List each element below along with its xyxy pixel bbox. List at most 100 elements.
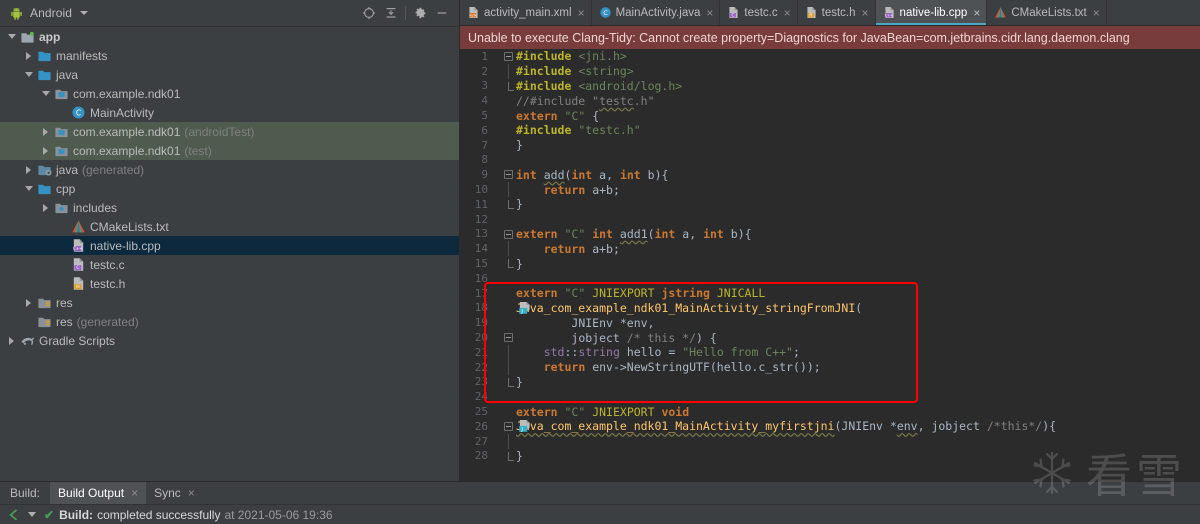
editor-gutter[interactable] bbox=[494, 167, 516, 182]
code-line: 24 bbox=[460, 389, 1200, 404]
editor-gutter[interactable] bbox=[494, 182, 516, 197]
editor-gutter[interactable] bbox=[494, 138, 516, 153]
editor-gutter[interactable] bbox=[494, 375, 516, 390]
editor-gutter[interactable] bbox=[494, 404, 516, 419]
chevron-right-icon[interactable] bbox=[6, 335, 17, 346]
editor-gutter[interactable] bbox=[494, 271, 516, 286]
tree-row-res[interactable]: res (generated) bbox=[0, 312, 459, 331]
chevron-down-icon[interactable] bbox=[23, 183, 34, 194]
minimize-icon[interactable] bbox=[431, 2, 453, 24]
close-icon[interactable]: × bbox=[784, 7, 791, 19]
editor-gutter[interactable] bbox=[494, 433, 516, 449]
tree-row-com-example-ndk01[interactable]: com.example.ndk01 (test) bbox=[0, 141, 459, 160]
jni-gutter-icon[interactable]: J bbox=[518, 301, 533, 315]
editor-gutter[interactable] bbox=[494, 330, 516, 345]
chevron-right-icon[interactable] bbox=[23, 164, 34, 175]
build-tab-sync[interactable]: Sync × bbox=[146, 482, 203, 504]
chevron-right-icon[interactable] bbox=[40, 202, 51, 213]
tree-row-com-example-ndk01[interactable]: com.example.ndk01 (androidTest) bbox=[0, 122, 459, 141]
line-number: 19 bbox=[474, 316, 488, 330]
tree-row-label: manifests bbox=[56, 48, 108, 63]
editor-gutter[interactable] bbox=[494, 359, 516, 375]
tree-row-res[interactable]: res bbox=[0, 293, 459, 312]
code-editor[interactable]: 1 #include <jni.h> 2 #include <string> 3 #inc… bbox=[460, 49, 1200, 481]
chevron-right-icon[interactable] bbox=[40, 126, 51, 137]
editor-gutter[interactable] bbox=[494, 212, 516, 227]
tree-row-manifests[interactable]: manifests bbox=[0, 46, 459, 65]
editor-gutter[interactable] bbox=[494, 389, 516, 404]
close-icon[interactable]: × bbox=[973, 7, 980, 19]
editor-gutter[interactable] bbox=[494, 241, 516, 257]
editor-tab-native-lib-cpp[interactable]: C++ native-lib.cpp × bbox=[875, 0, 988, 25]
build-tab-build-output[interactable]: Build Output × bbox=[50, 482, 147, 504]
editor-gutter[interactable] bbox=[494, 93, 516, 108]
chevron-down-icon[interactable] bbox=[80, 11, 89, 15]
tree-row-com-example-ndk01[interactable]: com.example.ndk01 bbox=[0, 84, 459, 103]
editor-gutter[interactable] bbox=[494, 49, 516, 64]
editor-gutter[interactable] bbox=[494, 153, 516, 168]
tree-row-native-lib-cpp[interactable]: C++ native-lib.cpp bbox=[0, 236, 459, 255]
editor-gutter[interactable] bbox=[494, 108, 516, 123]
editor-tab-testc-c[interactable]: Ctestc.c × bbox=[720, 0, 798, 25]
fold-collapse-icon[interactable] bbox=[504, 229, 513, 239]
close-icon[interactable]: × bbox=[706, 7, 713, 19]
line-number: 7 bbox=[481, 138, 488, 152]
tree-row-app[interactable]: app bbox=[0, 27, 459, 46]
fold-collapse-icon[interactable] bbox=[504, 333, 513, 343]
fold-collapse-icon[interactable] bbox=[504, 421, 513, 431]
editor-gutter[interactable] bbox=[494, 123, 516, 138]
fold-end-icon[interactable] bbox=[508, 81, 517, 91]
tree-row-cpp[interactable]: cpp bbox=[0, 179, 459, 198]
editor-gutter[interactable]: J bbox=[494, 419, 530, 434]
expand-toggle-icon[interactable] bbox=[28, 512, 36, 517]
tree-no-arrow bbox=[57, 278, 68, 289]
editor-gutter[interactable] bbox=[494, 197, 516, 212]
editor-gutter[interactable] bbox=[494, 315, 516, 330]
editor-tab-cmakelists-txt[interactable]: CMakeLists.txt × bbox=[987, 0, 1107, 25]
project-tree[interactable]: app manifests java com.example.ndk01 C MainAc… bbox=[0, 27, 459, 481]
chevron-down-icon[interactable] bbox=[40, 88, 51, 99]
collapse-all-icon[interactable] bbox=[380, 2, 402, 24]
editor-gutter[interactable] bbox=[494, 79, 516, 94]
chevron-down-icon[interactable] bbox=[23, 69, 34, 80]
tree-row-label: CMakeLists.txt bbox=[90, 219, 169, 234]
close-icon[interactable]: × bbox=[131, 486, 138, 500]
tree-row-mainactivity[interactable]: C MainActivity bbox=[0, 103, 459, 122]
editor-tab-activity-main-xml[interactable]: </> activity_main.xml × bbox=[460, 0, 592, 25]
editor-gutter[interactable] bbox=[494, 449, 516, 464]
editor-gutter[interactable] bbox=[494, 286, 516, 301]
close-icon[interactable]: × bbox=[1093, 7, 1100, 19]
editor-tab-testc-h[interactable]: Htestc.h × bbox=[798, 0, 876, 25]
editor-gutter[interactable] bbox=[494, 344, 516, 360]
tree-row-testc-c[interactable]: Ctestc.c bbox=[0, 255, 459, 274]
fold-end-icon[interactable] bbox=[508, 199, 517, 209]
close-icon[interactable]: × bbox=[578, 7, 585, 19]
chevron-right-icon[interactable] bbox=[23, 50, 34, 61]
gear-icon[interactable] bbox=[409, 2, 431, 24]
tree-row-includes[interactable]: includes bbox=[0, 198, 459, 217]
chevron-right-icon[interactable] bbox=[40, 145, 51, 156]
fold-end-icon[interactable] bbox=[508, 451, 517, 461]
editor-tab-mainactivity-java[interactable]: C MainActivity.java × bbox=[592, 0, 721, 25]
fold-end-icon[interactable] bbox=[508, 377, 517, 387]
editor-gutter[interactable]: J bbox=[494, 301, 530, 316]
editor-gutter[interactable] bbox=[494, 63, 516, 79]
close-icon[interactable]: × bbox=[188, 486, 195, 500]
editor-gutter[interactable] bbox=[494, 227, 516, 242]
tree-row-testc-h[interactable]: Htestc.h bbox=[0, 274, 459, 293]
editor-gutter[interactable] bbox=[494, 256, 516, 271]
svg-text:C++: C++ bbox=[72, 246, 82, 251]
fold-collapse-icon[interactable] bbox=[504, 52, 513, 61]
jni-gutter-icon[interactable]: J bbox=[518, 419, 533, 433]
chevron-right-icon[interactable] bbox=[23, 297, 34, 308]
tree-row-java[interactable]: java (generated) bbox=[0, 160, 459, 179]
close-icon[interactable]: × bbox=[862, 7, 869, 19]
tree-row-cmakelists-txt[interactable]: CMakeLists.txt bbox=[0, 217, 459, 236]
select-opened-file-icon[interactable] bbox=[358, 2, 380, 24]
tree-row-gradle-scripts[interactable]: Gradle Scripts bbox=[0, 331, 459, 350]
fold-end-icon[interactable] bbox=[508, 259, 517, 269]
fold-collapse-icon[interactable] bbox=[504, 170, 513, 180]
chevron-down-icon[interactable] bbox=[6, 31, 17, 42]
tree-row-java[interactable]: java bbox=[0, 65, 459, 84]
tree-row-label: testc.c bbox=[90, 257, 125, 272]
